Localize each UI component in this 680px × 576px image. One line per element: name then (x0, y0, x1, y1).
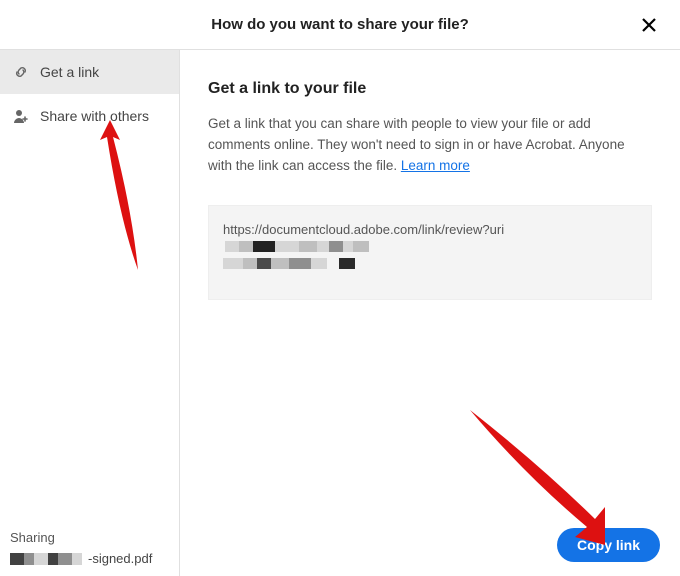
dialog-title: How do you want to share your file? (211, 16, 469, 33)
sidebar-item-label: Get a link (40, 64, 99, 80)
close-button[interactable] (638, 14, 660, 36)
person-add-icon (12, 107, 30, 125)
sharing-label: Sharing (10, 530, 169, 545)
learn-more-link[interactable]: Learn more (401, 158, 470, 173)
sidebar-item-share-others[interactable]: Share with others (0, 94, 179, 138)
close-icon (641, 17, 657, 33)
panel-title: Get a link to your file (208, 80, 652, 98)
sidebar-item-get-link[interactable]: Get a link (0, 50, 179, 94)
sidebar: Get a link Share with others Sharing -si… (0, 50, 180, 576)
filename-row: -signed.pdf (10, 551, 169, 566)
share-link-box[interactable]: https://documentcloud.adobe.com/link/rev… (208, 205, 652, 300)
link-icon (12, 63, 30, 81)
panel-description: Get a link that you can share with peopl… (208, 114, 652, 177)
share-link-text: https://documentcloud.adobe.com/link/rev… (223, 220, 504, 241)
filename-suffix: -signed.pdf (88, 551, 152, 566)
main-panel: Get a link to your file Get a link that … (180, 50, 680, 576)
dialog-content: Get a link Share with others Sharing -si… (0, 50, 680, 576)
redacted-link-part1 (225, 241, 369, 252)
redacted-filename (10, 553, 82, 565)
redacted-link-part3 (339, 258, 355, 269)
copy-link-button[interactable]: Copy link (557, 528, 660, 562)
sidebar-item-label: Share with others (40, 108, 149, 124)
dialog-header: How do you want to share your file? (0, 0, 680, 50)
redacted-link-part2 (223, 258, 327, 269)
sidebar-footer: Sharing -signed.pdf (10, 530, 169, 566)
